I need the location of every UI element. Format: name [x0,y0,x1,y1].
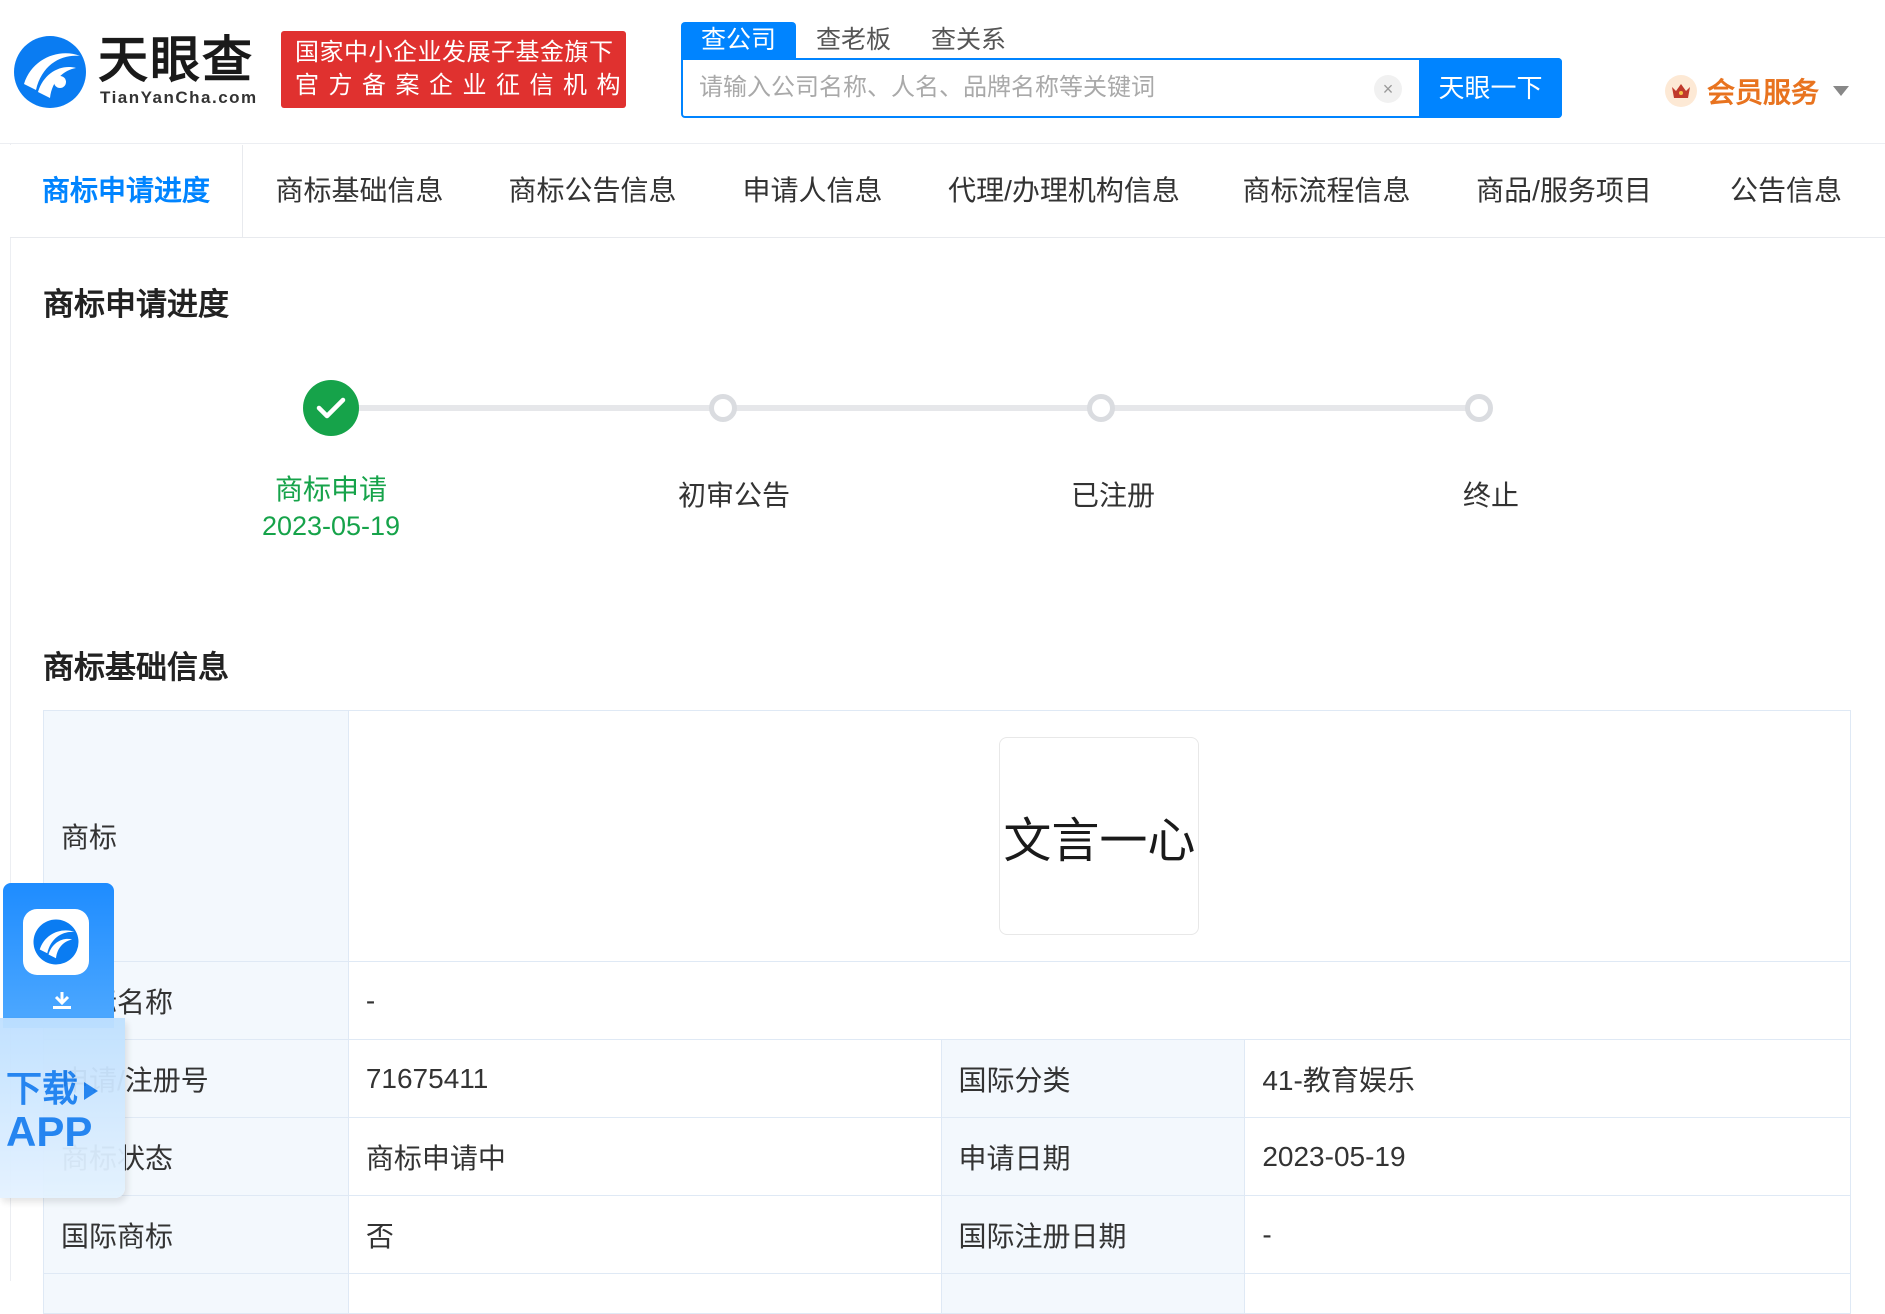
search-tab-relation[interactable]: 查关系 [911,22,1026,58]
table-row [43,1273,1851,1314]
intl-trademark-value: 否 [347,1195,942,1274]
application-progress: 商标申请 2023-05-19 初审公告 已注册 终止 [0,370,1885,570]
badge-line-2: 官方备案企业征信机构 [295,72,630,99]
tab-application-progress[interactable]: 商标申请进度 [10,145,243,237]
tianyancha-logo-icon [14,36,86,108]
section-title-progress: 商标申请进度 [43,287,229,322]
chevron-down-icon [1833,86,1850,96]
apply-date-key: 申请日期 [940,1117,1246,1196]
step-label: 商标申请 [274,474,387,505]
trademark-name-value: - [347,961,1852,1040]
crown-icon [1665,75,1697,107]
tab-notice-info[interactable]: 公告信息 [1687,145,1885,237]
step-pending-icon [1087,394,1115,422]
intl-reg-date-key: 国际注册日期 [940,1195,1246,1274]
download-app-widget[interactable]: 下载 APP [0,883,125,1198]
trademark-image[interactable]: 文言一心 [999,737,1200,935]
vip-label: 会员服务 [1707,77,1820,108]
intl-class-value: 41-教育娱乐 [1244,1039,1851,1118]
top-header: 天眼查 TianYanCha.com 国家中小企业发展子基金旗下 官方备案企业征… [0,0,1885,144]
step-label: 初审公告 [677,480,790,511]
download-app-bottom: 下载 APP [0,1018,125,1198]
logo-text-cn: 天眼查 [98,32,254,88]
section-nav: 商标申请进度 商标基础信息 商标公告信息 申请人信息 代理/办理机构信息 商标流… [10,145,1885,238]
step-done-icon [303,380,359,436]
play-arrow-icon [84,1082,99,1101]
tab-process-info[interactable]: 商标流程信息 [1212,145,1441,237]
download-label-text: 下载 [6,1068,79,1109]
tianyancha-logo[interactable]: 天眼查 TianYanCha.com [10,32,260,112]
tab-agency-info[interactable]: 代理/办理机构信息 [916,145,1212,237]
table-row: 商标 文言一心 [43,710,1852,962]
trademark-image-cell: 文言一心 [347,710,1852,962]
reg-no-value: 71675411 [347,1039,942,1118]
step-label: 终止 [1462,480,1519,511]
app-label: APP [6,1108,93,1155]
official-badge: 国家中小企业发展子基金旗下 官方备案企业征信机构 [281,31,626,108]
table-row: 商标名称 - [43,961,1852,1040]
intl-trademark-key: 国际商标 [43,1195,349,1274]
intl-class-key: 国际分类 [940,1039,1246,1118]
table-row: 国际商标 否 国际注册日期 - [43,1195,1851,1274]
tab-basic-info[interactable]: 商标基础信息 [243,145,476,237]
search-box: × 天眼一下 [681,58,1562,118]
tab-applicant-info[interactable]: 申请人信息 [709,145,916,237]
step-pending-icon [1465,394,1493,422]
search-tabs: 查公司 查老板 查关系 [681,22,1026,58]
step-label: 已注册 [1070,480,1155,511]
logo-text-en: TianYanCha.com [100,88,258,107]
download-app-top [3,883,114,1028]
search-button[interactable]: 天眼一下 [1419,58,1562,118]
app-logo-icon [23,909,89,975]
search-input[interactable] [697,68,1437,108]
progress-track [340,405,1480,411]
step-date: 2023-05-19 [261,511,401,541]
tab-goods-services[interactable]: 商品/服务项目 [1441,145,1687,237]
tab-announcement-info[interactable]: 商标公告信息 [476,145,709,237]
download-label: 下载 [6,1060,99,1112]
apply-date-value: 2023-05-19 [1244,1117,1851,1196]
table-row: 商标状态 商标申请中 申请日期 2023-05-19 [43,1117,1851,1196]
intl-reg-date-value: - [1244,1195,1851,1274]
search-tab-company[interactable]: 查公司 [681,22,797,58]
step-pending-icon [709,394,737,422]
vip-service-menu[interactable]: 会员服务 [1665,71,1850,111]
download-icon [50,990,74,1016]
clear-icon[interactable]: × [1374,75,1402,103]
table-row: 申请/注册号 71675411 国际分类 41-教育娱乐 [43,1039,1851,1118]
basic-info-table: 商标 文言一心 商标名称 - 申请/注册号 71675411 国际分类 41-教… [43,710,1852,1314]
status-value: 商标申请中 [347,1117,942,1196]
section-title-basic: 商标基础信息 [43,650,229,685]
badge-line-1: 国家中小企业发展子基金旗下 [295,39,614,66]
search-tab-boss[interactable]: 查老板 [796,22,911,58]
